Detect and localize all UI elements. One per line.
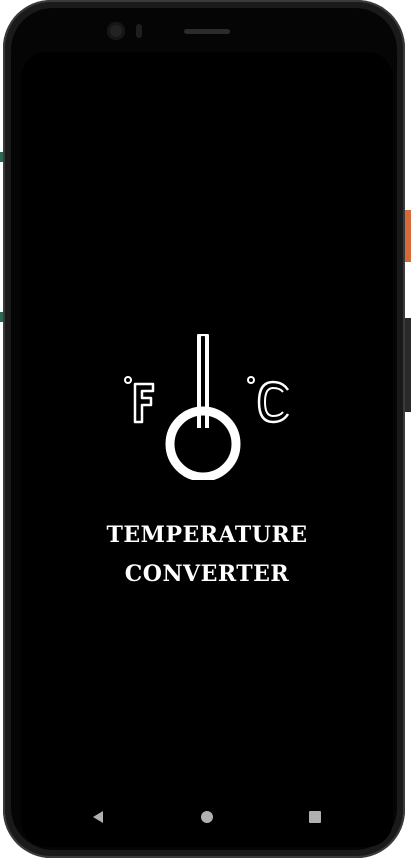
phone-frame: TEMPERATURE CONVERTER (3, 0, 405, 858)
nav-home-button[interactable] (199, 809, 215, 825)
splash-screen: TEMPERATURE CONVERTER (21, 52, 393, 847)
power-button (405, 210, 411, 262)
front-camera (107, 22, 125, 40)
home-circle-icon (201, 811, 213, 823)
app-title-line1: TEMPERATURE (106, 522, 308, 548)
proximity-sensor (136, 24, 142, 38)
nav-recents-button[interactable] (307, 809, 323, 825)
system-nav-bar (21, 787, 393, 847)
recents-square-icon (309, 811, 321, 823)
nav-back-button[interactable] (90, 809, 106, 825)
earpiece-speaker (184, 29, 230, 34)
back-triangle-icon (93, 811, 103, 823)
left-edge-accent (0, 152, 3, 162)
thermometer-icon (124, 334, 290, 480)
volume-rocker (405, 318, 411, 412)
app-title-line2: CONVERTER (124, 561, 290, 587)
app-logo (113, 334, 303, 480)
left-edge-accent-lower (0, 312, 3, 322)
